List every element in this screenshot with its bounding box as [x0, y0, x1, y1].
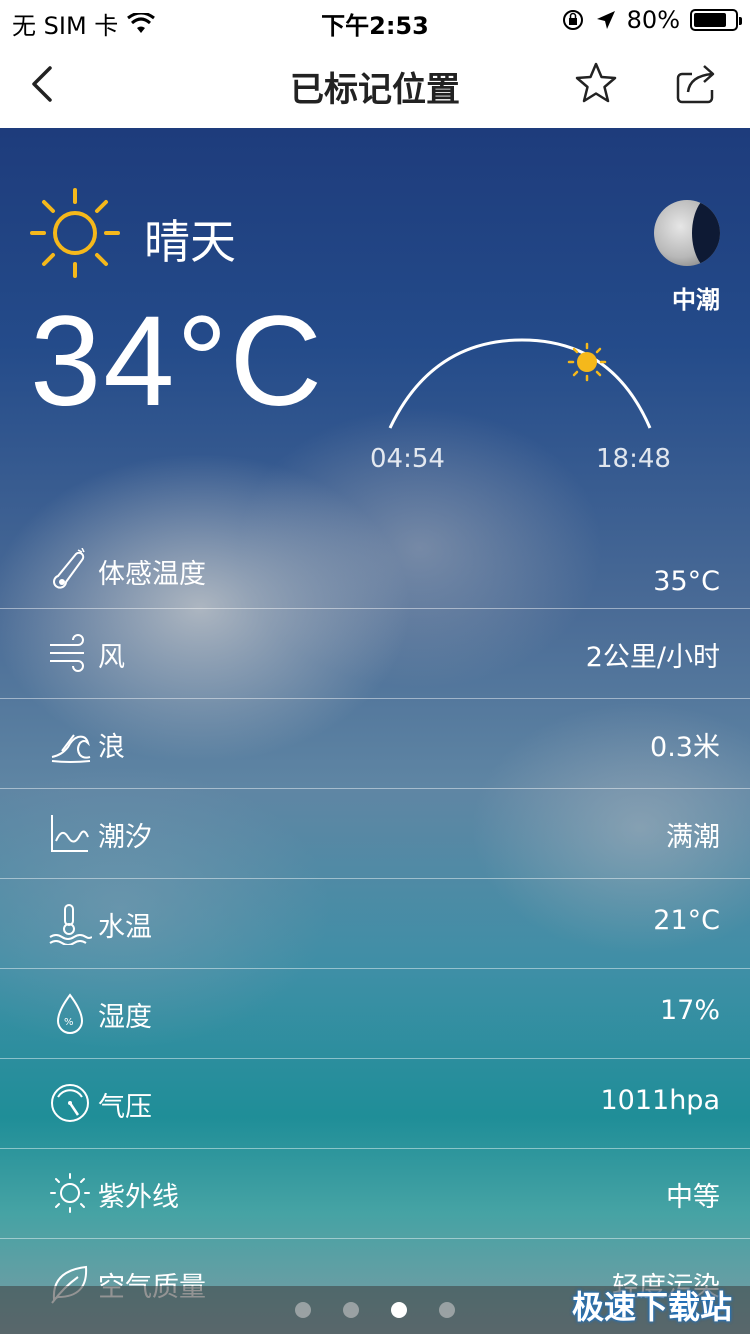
detail-value: 中等	[666, 1182, 720, 1213]
share-icon[interactable]	[672, 60, 720, 108]
detail-row-pressure: 气压 1011hpa	[0, 1058, 750, 1148]
wind-icon	[50, 634, 84, 672]
sunset-time: 18:48	[596, 444, 671, 474]
orientation-lock-icon	[562, 10, 583, 30]
detail-value: 17%	[659, 995, 720, 1026]
detail-row-wind: 风 2公里/小时	[0, 608, 750, 698]
sunrise-time: 04:54	[370, 444, 445, 474]
page-dot-active[interactable]	[391, 1302, 407, 1318]
location-icon	[596, 11, 615, 29]
pressure-icon	[51, 1084, 89, 1122]
detail-row-wave: 浪 0.3米	[0, 698, 750, 788]
wave-icon	[51, 734, 91, 763]
weather-panel: 晴天 34°C 中潮 04:54 18:48 体感温度 35°C 风 2公里/小…	[0, 128, 750, 1334]
navigation-bar: 已标记位置	[0, 40, 750, 128]
uv-icon	[50, 1173, 90, 1213]
moon-phase-icon	[654, 200, 720, 266]
thermometer-icon	[53, 548, 85, 589]
detail-value: 21°C	[653, 905, 720, 936]
star-icon[interactable]	[572, 60, 620, 108]
water-temp-icon	[49, 904, 92, 945]
sun-path-arc	[388, 338, 652, 429]
detail-value: 0.3米	[650, 732, 720, 763]
detail-label: 气压	[98, 1092, 152, 1123]
svg-text:%: %	[64, 1017, 74, 1028]
weather-condition: 晴天	[144, 215, 236, 269]
detail-label: 紫外线	[98, 1182, 179, 1213]
page-dot[interactable]	[439, 1302, 455, 1318]
page-title: 已标记位置	[290, 70, 460, 110]
detail-label: 水温	[98, 912, 152, 943]
detail-row-feels-like: 体感温度 35°C	[0, 520, 750, 610]
current-temperature: 34°C	[30, 290, 324, 433]
detail-row-uv: 紫外线 中等	[0, 1148, 750, 1238]
detail-value: 35°C	[653, 566, 720, 597]
detail-value: 2公里/小时	[585, 642, 720, 673]
detail-row-water-temp: 水温 21°C	[0, 878, 750, 968]
page-dot[interactable]	[295, 1302, 311, 1318]
detail-label: 风	[98, 642, 125, 673]
detail-row-humidity: % 湿度 17%	[0, 968, 750, 1058]
detail-value: 1011hpa	[600, 1085, 720, 1116]
humidity-icon: %	[56, 993, 84, 1034]
watermark: 极速下载站	[571, 1288, 732, 1326]
battery-icon	[690, 9, 742, 31]
tide-state-label: 中潮	[672, 286, 720, 314]
detail-label: 浪	[98, 732, 125, 763]
battery-percent: 80%	[626, 6, 680, 34]
detail-label: 潮汐	[98, 822, 152, 853]
sunny-icon	[30, 188, 120, 278]
detail-label: 体感温度	[98, 559, 206, 590]
tide-icon	[51, 815, 89, 852]
detail-value: 满潮	[666, 822, 720, 853]
status-bar: 无 SIM 卡 下午2:53 80%	[0, 0, 750, 40]
detail-label: 湿度	[98, 1002, 152, 1033]
detail-row-tide: 潮汐 满潮	[0, 788, 750, 878]
page-dot[interactable]	[343, 1302, 359, 1318]
